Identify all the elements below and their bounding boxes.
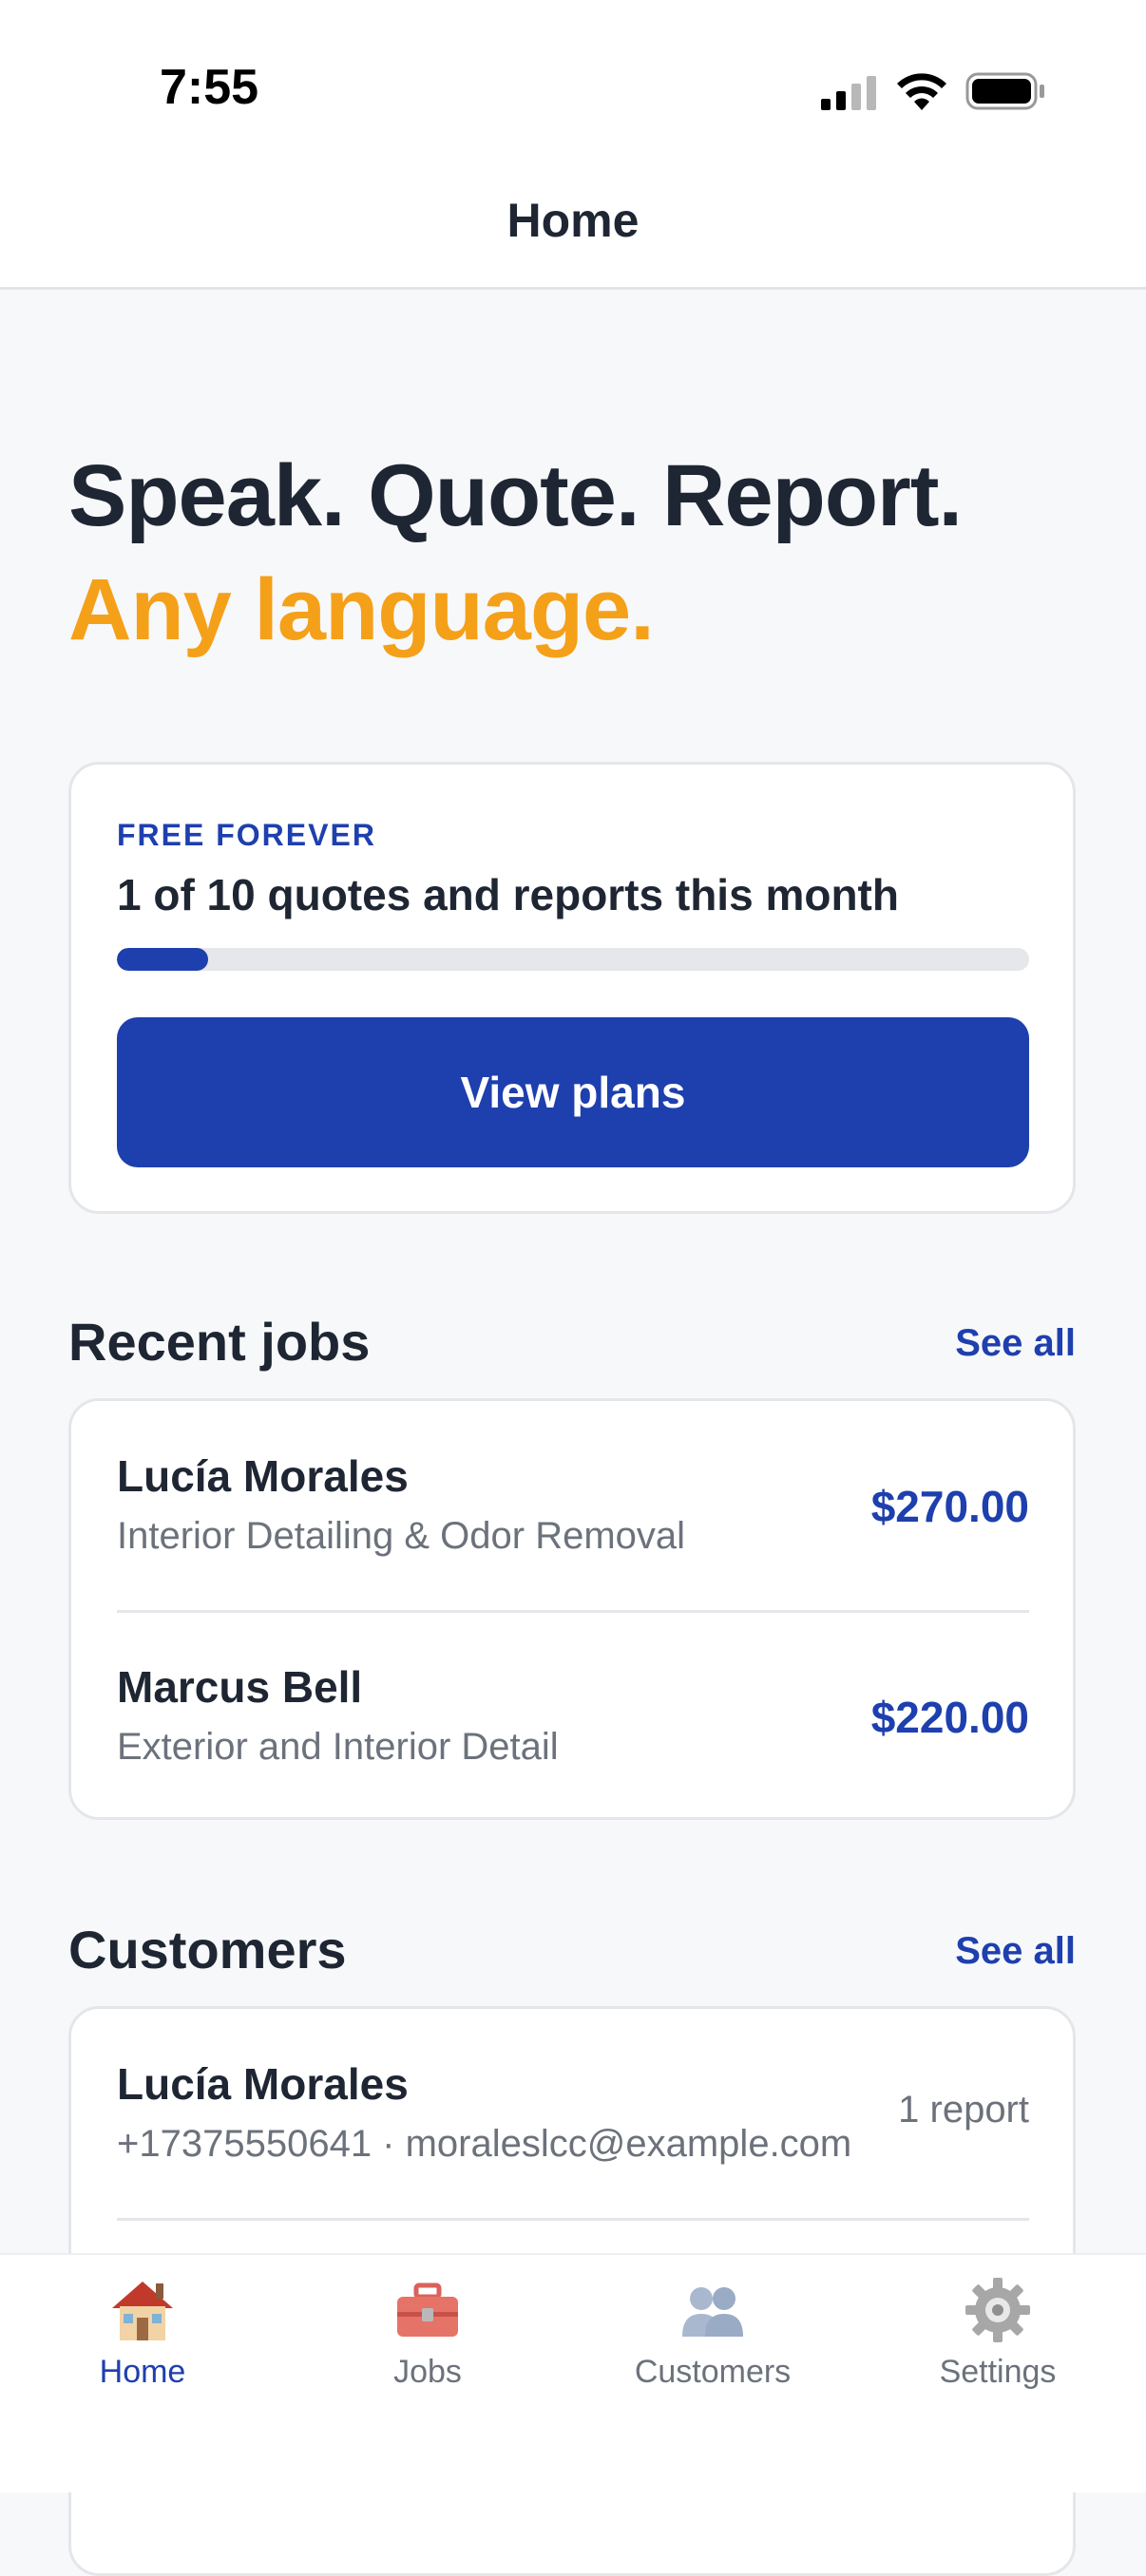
hero-headline: Speak. Quote. Report. — [68, 447, 963, 544]
job-amount: $270.00 — [870, 1482, 1029, 1531]
view-plans-button[interactable]: View plans — [117, 1017, 1029, 1167]
customer-report-count: 1 report — [898, 2089, 1029, 2131]
tab-label: Jobs — [393, 2354, 462, 2390]
tab-home[interactable]: Home — [0, 2276, 285, 2418]
tab-label: Customers — [634, 2354, 792, 2390]
recent-jobs-title: Recent jobs — [68, 1312, 371, 1372]
job-service: Interior Detailing & Odor Removal — [117, 1515, 686, 1557]
customers-title: Customers — [68, 1920, 347, 1979]
wifi-icon — [897, 73, 946, 110]
job-customer-name: Marcus Bell — [117, 1662, 363, 1712]
tab-settings[interactable]: Settings — [855, 2276, 1140, 2418]
status-bar: 7:55 — [0, 0, 1146, 180]
job-row[interactable]: Marcus Bell Exterior and Interior Detail… — [117, 1612, 1029, 1821]
customers-see-all-link[interactable]: See all — [955, 1930, 1076, 1973]
customer-contact: +17375550641 · moraleslcc@example.com — [117, 2123, 852, 2165]
plan-tier-label: FREE FOREVER — [117, 818, 376, 852]
usage-progress-fill — [117, 948, 208, 971]
customer-row[interactable]: Lucía Morales +17375550641 · moraleslcc@… — [117, 2009, 1029, 2218]
job-row[interactable]: Lucía Morales Interior Detailing & Odor … — [117, 1401, 1029, 1610]
job-amount: $220.00 — [870, 1693, 1029, 1742]
usage-progress-bar — [117, 948, 1029, 971]
recent-jobs-see-all-link[interactable]: See all — [955, 1322, 1076, 1365]
people-icon — [682, 2287, 743, 2337]
recent-jobs-card: Lucía Morales Interior Detailing & Odor … — [68, 1398, 1076, 1820]
plan-card: FREE FOREVER 1 of 10 quotes and reports … — [68, 762, 1076, 1214]
nav-header: Home — [0, 180, 1146, 290]
status-time: 7:55 — [160, 60, 259, 115]
job-service: Exterior and Interior Detail — [117, 1726, 559, 1768]
tab-label: Home — [99, 2354, 186, 2390]
gear-icon — [965, 2278, 1030, 2342]
tab-jobs[interactable]: Jobs — [285, 2276, 570, 2418]
tab-bar: Home Jobs Customers Settings — [0, 2253, 1146, 2492]
plan-usage-text: 1 of 10 quotes and reports this month — [117, 870, 899, 919]
cellular-signal-icon — [821, 76, 876, 110]
customer-name: Lucía Morales — [117, 2059, 409, 2109]
battery-icon — [965, 72, 1044, 110]
toolbox-icon — [397, 2282, 458, 2337]
page-title: Home — [506, 194, 640, 247]
house-icon — [112, 2282, 173, 2340]
job-customer-name: Lucía Morales — [117, 1451, 409, 1501]
row-divider — [117, 2218, 1029, 2221]
tab-customers[interactable]: Customers — [570, 2276, 855, 2418]
tab-label: Settings — [939, 2354, 1057, 2390]
hero-subheadline: Any language. — [68, 561, 655, 658]
